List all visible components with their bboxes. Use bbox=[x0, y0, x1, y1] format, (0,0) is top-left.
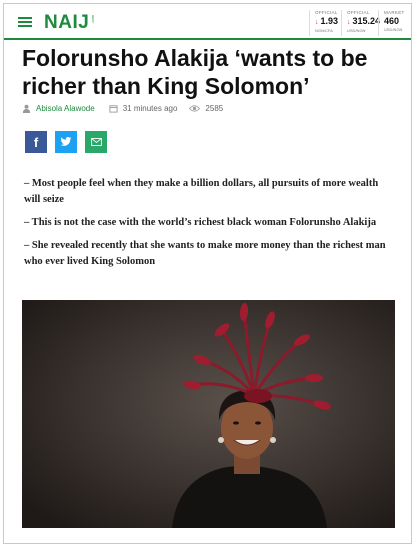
article-title: Folorunsho Alakija ‘wants to be richer t… bbox=[22, 45, 368, 99]
twitter-icon bbox=[60, 137, 72, 146]
hamburger-menu-icon[interactable] bbox=[18, 17, 32, 27]
ticker-unit: NGN/CFA bbox=[315, 28, 333, 33]
site-logo[interactable]: NAIJ bbox=[44, 12, 89, 34]
article-meta: Abisola Alawode 31 minutes ago 2585 bbox=[22, 101, 223, 115]
ticker-value: 315.24 bbox=[352, 16, 381, 26]
ticker-usd-ngn-market: MARKET 460 USD/NGN bbox=[378, 10, 405, 36]
facebook-share-button[interactable]: f bbox=[25, 131, 47, 153]
summary-bullet: – Most people feel when they make a bill… bbox=[24, 178, 379, 205]
view-count: 2585 bbox=[205, 103, 224, 113]
article-summary: – Most people feel when they make a bill… bbox=[24, 176, 396, 277]
twitter-share-button[interactable] bbox=[55, 131, 77, 153]
calendar-icon bbox=[109, 104, 118, 113]
ticker-value: 1.93 bbox=[320, 16, 339, 26]
ticker-ngn-cfa: OFFICIAL ↓ 1.93 NGN/CFA bbox=[309, 10, 338, 36]
article-photo[interactable] bbox=[22, 300, 395, 528]
ticker-usd-ngn-official: OFFICIAL ↓ 315.24 USD/NGN bbox=[341, 10, 380, 36]
facebook-icon: f bbox=[33, 134, 39, 150]
eye-icon bbox=[189, 104, 201, 112]
user-icon bbox=[22, 104, 31, 113]
ticker-value: 460 bbox=[384, 16, 400, 26]
ticker-unit: USD/NGN bbox=[347, 28, 366, 33]
page-frame: NAIJ .com OFFICIAL ↓ 1.93 NGN/CFA OFFICIA… bbox=[3, 3, 412, 544]
publish-time: 31 minutes ago bbox=[122, 103, 178, 113]
down-arrow-icon: ↓ bbox=[347, 19, 351, 26]
site-logo-suffix: .com bbox=[90, 15, 95, 24]
email-share-button[interactable] bbox=[85, 131, 107, 153]
envelope-icon bbox=[90, 138, 102, 146]
down-arrow-icon: ↓ bbox=[315, 19, 319, 26]
summary-bullet: – This is not the case with the world’s … bbox=[24, 217, 377, 228]
summary-bullet: – She revealed recently that she wants t… bbox=[24, 240, 386, 267]
portrait-illustration bbox=[22, 300, 395, 528]
author-link[interactable]: Abisola Alawode bbox=[36, 104, 95, 113]
ticker-unit: USD/NGN bbox=[384, 27, 403, 32]
top-navigation-bar: NAIJ .com OFFICIAL ↓ 1.93 NGN/CFA OFFICIA… bbox=[4, 4, 411, 40]
